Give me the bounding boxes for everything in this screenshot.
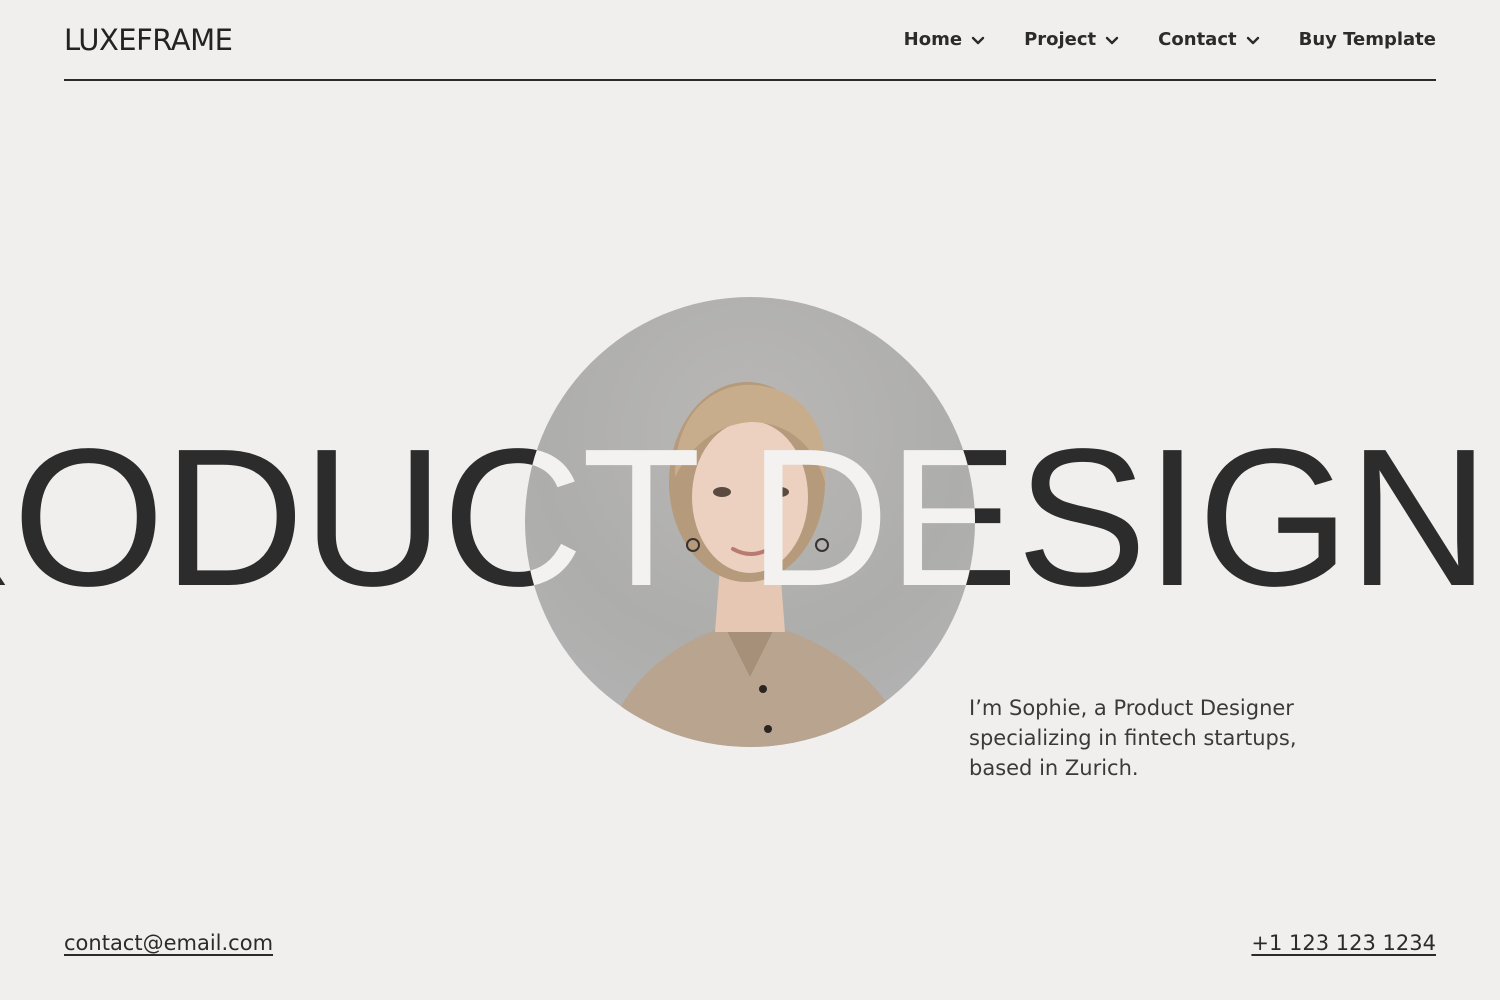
nav-project[interactable]: Project <box>1024 29 1120 50</box>
nav-contact[interactable]: Contact <box>1158 29 1260 50</box>
logo[interactable]: LUXEFRAME <box>64 23 233 57</box>
nav-contact-label: Contact <box>1158 29 1237 50</box>
nav-home-label: Home <box>903 29 963 50</box>
intro-text: I’m Sophie, a Product Designer specializ… <box>969 696 1297 780</box>
phone-link[interactable]: +1 123 123 1234 <box>1251 931 1436 955</box>
chevron-down-icon <box>970 32 986 48</box>
nav-project-label: Project <box>1024 29 1097 50</box>
nav-home[interactable]: Home <box>904 29 986 50</box>
email-link[interactable]: contact@email.com <box>64 931 273 955</box>
chevron-down-icon <box>1245 32 1261 48</box>
main-nav: Home Project Contact Buy Template <box>904 29 1436 50</box>
chevron-down-icon <box>1104 32 1120 48</box>
site-header: LUXEFRAME Home Project Contact Buy Templ… <box>64 0 1436 81</box>
buy-template-link[interactable]: Buy Template <box>1299 29 1436 50</box>
portrait-photo <box>525 297 975 747</box>
